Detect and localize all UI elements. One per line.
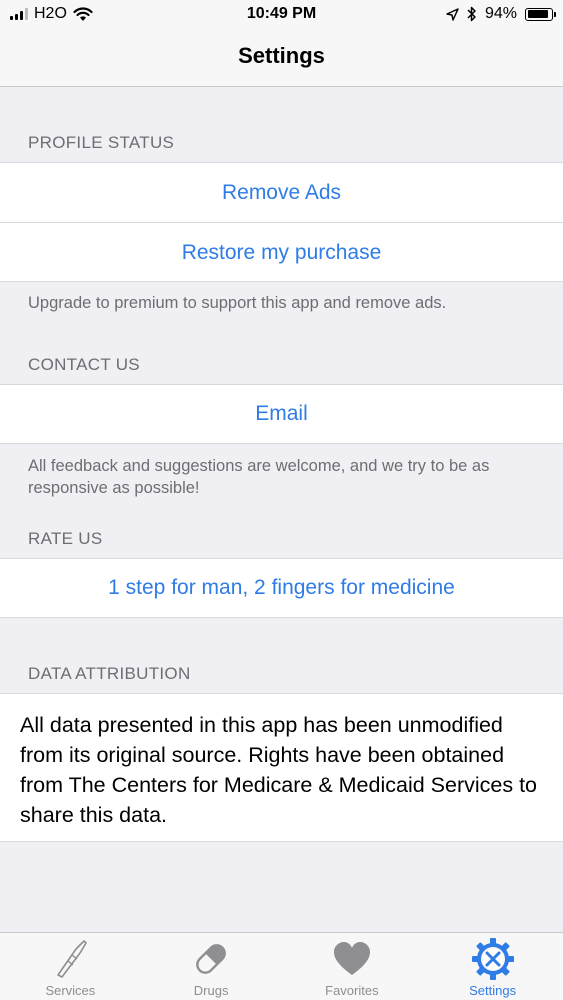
section-header-rate-us: RATE US: [28, 529, 103, 548]
contact-us-group: Email: [0, 384, 563, 444]
tab-services[interactable]: Services: [0, 933, 141, 1000]
email-button[interactable]: Email: [0, 385, 563, 443]
battery-level: [527, 10, 549, 18]
battery-icon: [525, 7, 556, 21]
restore-purchase-button[interactable]: Restore my purchase: [0, 223, 563, 282]
remove-ads-button[interactable]: Remove Ads: [0, 163, 563, 222]
scalpel-icon: [57, 940, 88, 978]
status-bar: H2O 10:49 PM 94%: [0, 0, 563, 30]
section-header-profile-status: PROFILE STATUS: [28, 133, 175, 152]
divider: [0, 222, 563, 223]
data-attribution-text: All data presented in this app has been …: [20, 713, 537, 827]
tab-label-settings: Settings: [469, 983, 517, 998]
tab-favorites[interactable]: Favorites: [282, 933, 423, 1000]
section-header-contact-us: CONTACT US: [28, 355, 140, 374]
tab-label-favorites: Favorites: [325, 983, 379, 998]
section-header-data-attribution: DATA ATTRIBUTION: [28, 664, 191, 683]
data-attribution-cell: All data presented in this app has been …: [0, 693, 563, 842]
rate-app-button[interactable]: 1 step for man, 2 fingers for medicine: [0, 559, 563, 617]
tab-settings[interactable]: Settings: [422, 933, 563, 1000]
profile-status-group: Remove Ads Restore my purchase: [0, 162, 563, 282]
tab-label-services: Services: [45, 983, 96, 998]
location-icon: [446, 7, 459, 21]
pill-icon: [196, 944, 226, 974]
navigation-bar: Settings: [0, 30, 563, 87]
tab-drugs[interactable]: Drugs: [141, 933, 282, 1000]
page-title: Settings: [238, 43, 325, 68]
bluetooth-icon: [467, 6, 476, 22]
status-right: 94%: [446, 5, 556, 23]
heart-icon: [333, 942, 370, 975]
tab-label-drugs: Drugs: [193, 983, 229, 998]
contact-us-footer: All feedback and suggestions are welcome…: [28, 457, 490, 497]
settings-icon: [471, 938, 514, 980]
tab-bar: Services Drugs Favorites Settings: [0, 932, 563, 1000]
battery-percent: 94%: [484, 5, 517, 22]
profile-status-footer: Upgrade to premium to support this app a…: [28, 294, 447, 312]
rate-us-group: 1 step for man, 2 fingers for medicine: [0, 558, 563, 618]
